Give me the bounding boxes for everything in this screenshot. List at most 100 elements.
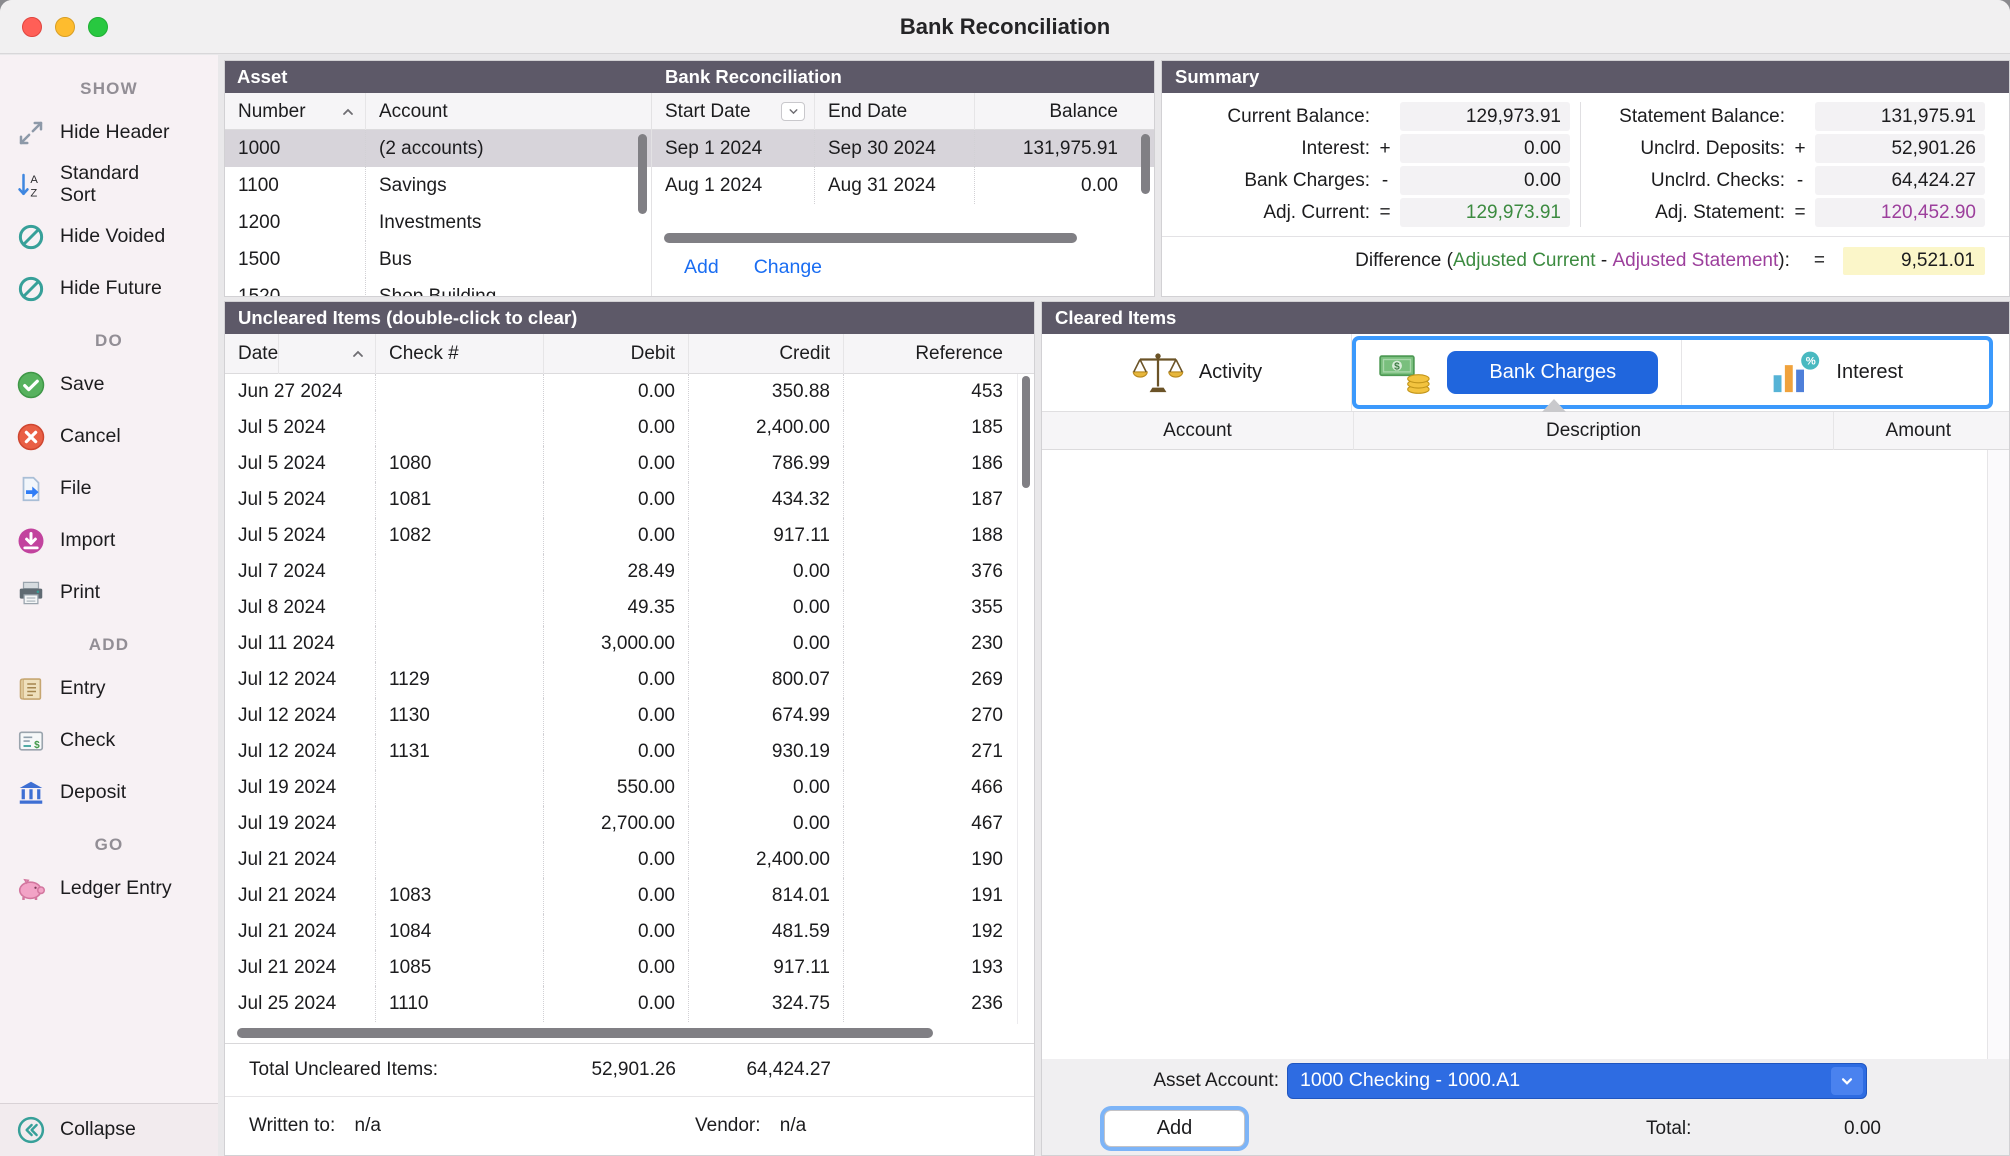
column-header-date[interactable]: Date <box>225 334 376 374</box>
table-row[interactable]: Jul 5 202410800.00786.99186 <box>225 446 1016 482</box>
recon-horizontal-scrollbar[interactable] <box>658 230 1084 246</box>
table-row[interactable]: Jul 21 202410840.00481.59192 <box>225 914 1016 950</box>
column-header-account[interactable]: Account <box>1042 412 1354 450</box>
cell: 466 <box>844 770 1016 806</box>
asset-account-dropdown[interactable]: 1000 Checking - 1000.A1 <box>1287 1063 1867 1099</box>
minimize-button[interactable] <box>55 17 75 37</box>
cell: 0.00 <box>544 842 689 878</box>
summary-label: Adj. Statement: <box>1581 198 1785 227</box>
table-row[interactable]: 1200Investments <box>225 204 651 241</box>
sidebar-item-hide-future[interactable]: Hide Future <box>0 263 218 315</box>
cell: 1131 <box>376 734 544 770</box>
sidebar-item-cancel[interactable]: Cancel <box>0 411 218 463</box>
tab-bank-charges[interactable]: $ Bank Charges <box>1356 340 1681 405</box>
table-row[interactable]: Jul 21 202410830.00814.01191 <box>225 878 1016 914</box>
tab-interest[interactable]: % Interest <box>1681 340 1989 405</box>
column-header-amount[interactable]: Amount <box>1834 412 1987 450</box>
sidebar-section-add: ADD <box>0 635 218 655</box>
column-header-end-date[interactable]: End Date <box>815 93 975 130</box>
cell: 2,700.00 <box>544 806 689 842</box>
chevron-down-icon[interactable] <box>781 102 805 121</box>
add-link[interactable]: Add <box>684 256 719 279</box>
sidebar-item-save[interactable]: Save <box>0 359 218 411</box>
column-header-number[interactable]: Number <box>225 93 366 130</box>
cell: 271 <box>844 734 1016 770</box>
uncleared-horizontal-scrollbar[interactable] <box>225 1024 1034 1043</box>
piggy-bank-icon <box>15 873 47 905</box>
cell: Jul 11 2024 <box>225 626 376 662</box>
cell: 269 <box>844 662 1016 698</box>
table-row[interactable]: Jul 12 202411310.00930.19271 <box>225 734 1016 770</box>
sidebar-item-deposit[interactable]: Deposit <box>0 767 218 819</box>
table-row[interactable]: 1500Bus <box>225 241 651 278</box>
tab-activity[interactable]: Activity <box>1042 334 1352 411</box>
table-row[interactable]: Jul 21 20240.002,400.00190 <box>225 842 1016 878</box>
cleared-vertical-scrollbar[interactable] <box>1987 450 2009 1059</box>
table-row[interactable]: Jul 12 202411300.00674.99270 <box>225 698 1016 734</box>
column-header-start-date[interactable]: Start Date <box>652 93 815 130</box>
column-header-balance[interactable]: Balance <box>975 93 1154 130</box>
sidebar-item-print[interactable]: Print <box>0 567 218 619</box>
sidebar-item-hide-header[interactable]: Hide Header <box>0 107 218 159</box>
column-header-credit[interactable]: Credit <box>689 334 844 374</box>
table-row[interactable]: Jul 25 202411100.00324.75236 <box>225 986 1016 1022</box>
table-row[interactable]: Jul 7 202428.490.00376 <box>225 554 1016 590</box>
sidebar-item-file[interactable]: File <box>0 463 218 515</box>
uncleared-vertical-scrollbar[interactable] <box>1017 374 1034 1024</box>
column-header-account[interactable]: Account <box>366 93 651 130</box>
cell: 1080 <box>376 446 544 482</box>
table-row[interactable]: Jul 5 20240.002,400.00185 <box>225 410 1016 446</box>
column-header-check-number[interactable]: Check # <box>376 334 544 374</box>
cell: Savings <box>366 167 651 204</box>
difference-suffix: ): <box>1778 250 1790 272</box>
summary-value: 120,452.90 <box>1815 198 1985 227</box>
asset-panel-title: Asset <box>237 61 287 93</box>
table-row[interactable]: Jul 11 20243,000.000.00230 <box>225 626 1016 662</box>
close-button[interactable] <box>22 17 42 37</box>
scrollbar-thumb[interactable] <box>638 134 647 214</box>
scrollbar-thumb[interactable] <box>1141 134 1150 194</box>
sidebar-item-hide-voided[interactable]: Hide Voided <box>0 211 218 263</box>
table-row[interactable]: Jul 5 202410820.00917.11188 <box>225 518 1016 554</box>
cell: 0.00 <box>544 662 689 698</box>
change-link[interactable]: Change <box>754 256 822 279</box>
table-row[interactable]: Jul 21 202410850.00917.11193 <box>225 950 1016 986</box>
cell: 1500 <box>225 241 366 278</box>
sidebar-item-entry[interactable]: Entry <box>0 663 218 715</box>
sidebar-item-label: Deposit <box>60 782 126 804</box>
zoom-button[interactable] <box>88 17 108 37</box>
cell <box>376 554 544 590</box>
sidebar-item-import[interactable]: Import <box>0 515 218 567</box>
table-row[interactable]: Jul 12 202411290.00800.07269 <box>225 662 1016 698</box>
add-button[interactable]: Add <box>1104 1110 1245 1147</box>
sidebar-section-show: SHOW <box>0 79 218 99</box>
table-row[interactable]: Jun 27 20240.00350.88453 <box>225 374 1016 410</box>
table-row[interactable]: Aug 1 2024Aug 31 20240.00 <box>652 167 1154 204</box>
table-row[interactable]: Sep 1 2024Sep 30 2024131,975.91 <box>652 130 1154 167</box>
summary-operator <box>1785 102 1815 131</box>
table-row[interactable]: 1000(2 accounts) <box>225 130 651 167</box>
cell: 0.00 <box>544 446 689 482</box>
table-row[interactable]: Jul 19 2024550.000.00466 <box>225 770 1016 806</box>
column-header-reference[interactable]: Reference <box>844 334 1016 374</box>
column-header-description[interactable]: Description <box>1354 412 1834 450</box>
file-arrow-icon <box>15 473 47 505</box>
sidebar-item-label: File <box>60 478 91 500</box>
scrollbar-thumb[interactable] <box>237 1028 933 1038</box>
sidebar-item-collapse[interactable]: Collapse <box>0 1103 218 1156</box>
table-row[interactable]: Jul 8 202449.350.00355 <box>225 590 1016 626</box>
table-row[interactable]: 1520Shop Building <box>225 278 651 296</box>
scrollbar-thumb[interactable] <box>1022 376 1030 488</box>
recon-vertical-scrollbar[interactable] <box>1137 132 1154 208</box>
sidebar-item-standard-sort[interactable]: AZStandard Sort <box>0 159 218 211</box>
scrollbar-thumb[interactable] <box>664 233 1077 243</box>
titlebar: Bank Reconciliation <box>0 0 2010 54</box>
sidebar-item-label: Hide Voided <box>60 226 165 248</box>
column-header-debit[interactable]: Debit <box>544 334 689 374</box>
table-row[interactable]: Jul 19 20242,700.000.00467 <box>225 806 1016 842</box>
table-row[interactable]: 1100Savings <box>225 167 651 204</box>
sidebar-item-check[interactable]: $Check <box>0 715 218 767</box>
sidebar-item-ledger-entry[interactable]: Ledger Entry <box>0 863 218 915</box>
table-row[interactable]: Jul 5 202410810.00434.32187 <box>225 482 1016 518</box>
asset-vertical-scrollbar[interactable] <box>634 132 651 296</box>
